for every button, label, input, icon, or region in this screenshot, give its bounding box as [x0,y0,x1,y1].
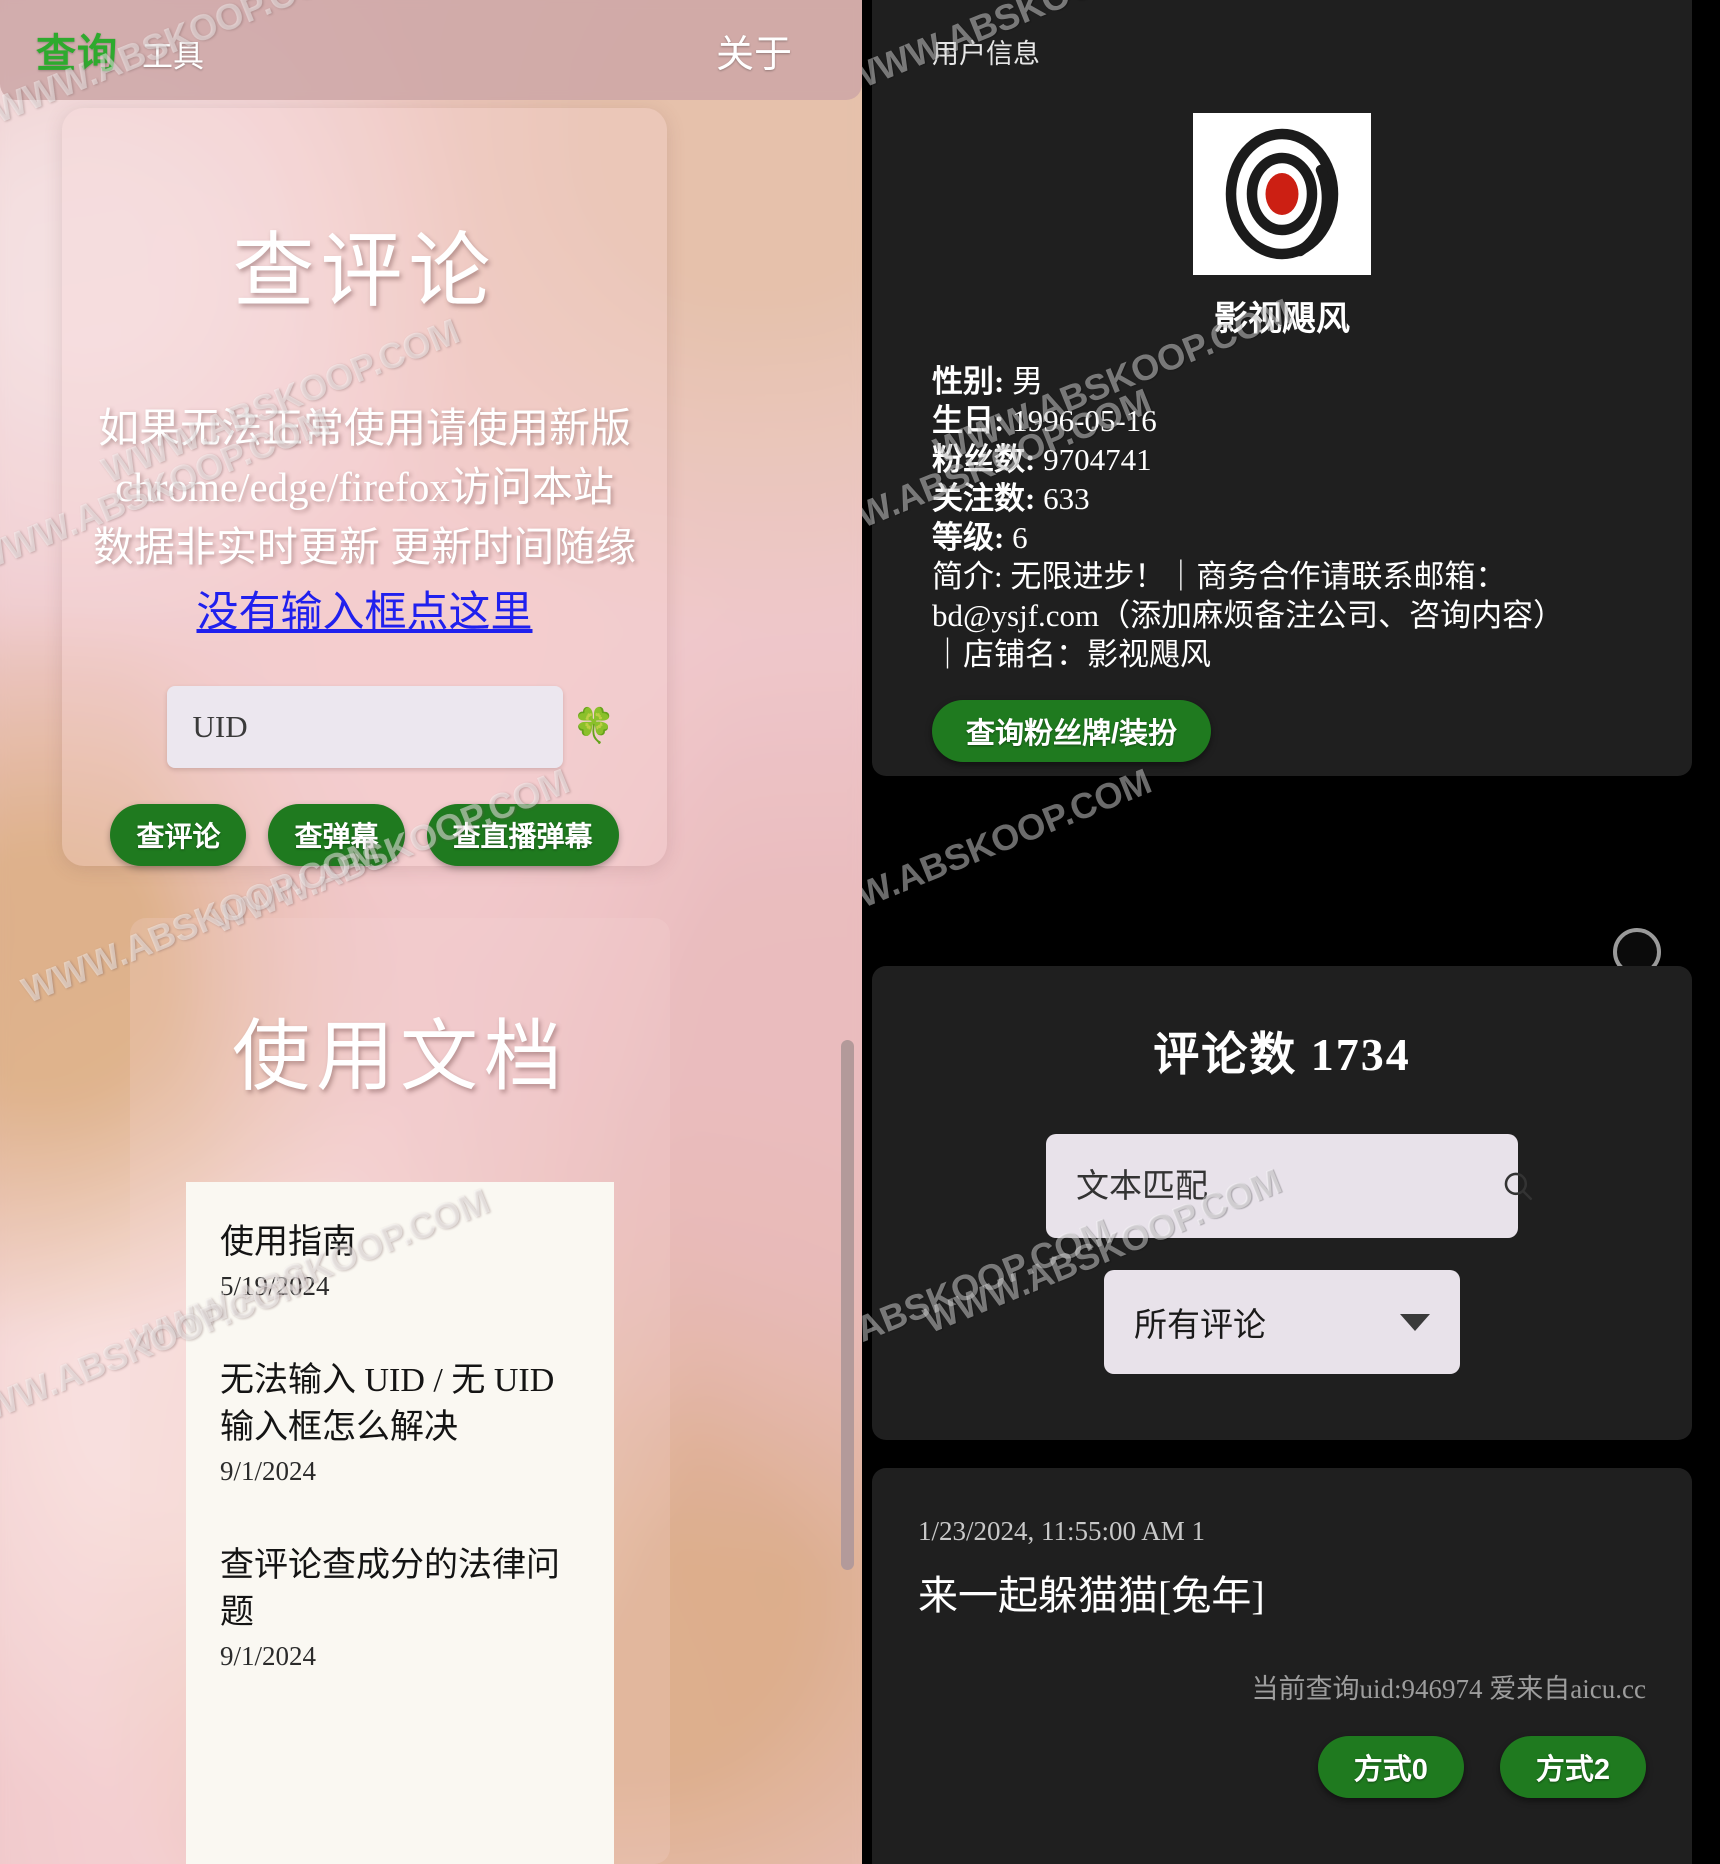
list-item[interactable]: 查评论查成分的法律问题 9/1/2024 [220,1543,580,1672]
notice-block: 如果无法正常使用请使用新版 chrome/edge/firefox访问本站 数据… [62,399,667,644]
four-leaf-clover-icon: 🍀 [572,708,615,746]
docs-title: 使用文档 [231,1013,568,1100]
mode-button-row: 方式0 方式2 [918,1736,1646,1798]
navbar-item-about[interactable]: 关于 [716,23,826,78]
app-root: 查询 工具 关于 查评论 如果无法正常使用请使用新版 chrome/edge/f… [0,0,1720,1864]
field-birthday-label: 生日: [932,403,1005,439]
query-hero-card: 查评论 如果无法正常使用请使用新版 chrome/edge/firefox访问本… [62,108,667,866]
field-following-value: 633 [1043,481,1090,517]
comment-count-title: 评论数 1734 [1153,1029,1411,1080]
field-following-label: 关注数: [932,481,1036,517]
field-level-value: 6 [1012,520,1028,556]
doc-date: 9/1/2024 [220,1455,317,1486]
bio-line-1: 简介: 无限进步！｜商务合作请联系邮箱： [932,559,1507,595]
doc-name: 查评论查成分的法律问题 [220,1546,560,1631]
navbar-item-tools[interactable]: 工具 [142,31,204,76]
field-following: 关注数: 633 [932,479,1632,518]
query-comments-button[interactable]: 查评论 [110,804,247,866]
query-fan-badge-button[interactable]: 查询粉丝牌/装扮 [932,700,1212,763]
bio-line-2: bd@ysjf.com（添加麻烦备注公司、咨询内容） [932,598,1565,634]
doc-date: 5/19/2024 [220,1270,330,1301]
current-query-footer: 当前查询uid:946974 爱来自aicu.cc [1251,1674,1646,1704]
query-live-danmaku-button[interactable]: 查直播弹幕 [426,804,619,866]
doc-date: 9/1/2024 [220,1640,317,1671]
page-title: 查评论 [232,226,497,317]
docs-list: 使用指南 5/19/2024 无法输入 UID / 无 UID 输入框怎么解决 … [186,1182,614,1864]
text-match-input-wrapper[interactable] [1046,1134,1533,1238]
field-birthday-value: 1996-05-16 [1012,403,1157,439]
search-icon[interactable] [1501,1169,1535,1203]
comment-filter-value: 所有评论 [1134,1306,1266,1343]
field-level: 等级: 6 [932,518,1632,557]
field-followers: 粉丝数: 9704741 [932,440,1632,479]
avatar-wrapper [932,113,1632,275]
field-gender: 性别: 男 [932,362,1632,401]
mode-2-button[interactable]: 方式2 [1499,1736,1646,1798]
field-followers-label: 粉丝数: [932,442,1036,478]
comment-result-card: 1/23/2024, 11:55:00 AM 1 来一起躲猫猫[兔年] 当前查询… [872,1468,1692,1864]
text-match-input[interactable] [1076,1167,1501,1205]
user-info-card: 用户信息 影视飓风 性别: 男 生日: 1996-05-16 粉丝数: 9704… [872,0,1692,776]
comments-search-card: 评论数 1734 所有评论 [872,966,1692,1440]
left-panel-scrollbar[interactable] [841,1040,854,1570]
query-danmaku-button[interactable]: 查弹幕 [268,804,405,866]
comment-text: 来一起躲猫猫[兔年] [918,1573,1265,1618]
field-level-label: 等级: [932,520,1005,556]
query-button-row: 查评论 查弹幕 查直播弹幕 [110,804,619,866]
field-gender-value: 男 [1012,364,1044,399]
notice-line-3: 数据非实时更新 更新时间随缘 [92,523,637,570]
uid-input-wrapper[interactable]: 🍀 [166,686,615,768]
chevron-down-icon[interactable] [1400,1313,1430,1331]
field-birthday: 生日: 1996-05-16 [932,401,1632,440]
left-query-panel: 查询 工具 关于 查评论 如果无法正常使用请使用新版 chrome/edge/f… [0,0,862,1864]
watermark: WWW.ABSKOOP.COM [862,760,1157,941]
right-result-panel: 用户信息 影视飓风 性别: 男 生日: 1996-05-16 粉丝数: 9704… [862,0,1720,1864]
mode-0-button[interactable]: 方式0 [1317,1736,1464,1798]
list-item[interactable]: 无法输入 UID / 无 UID 输入框怎么解决 9/1/2024 [220,1358,580,1487]
bio-line-3: ｜店铺名：影视飓风 [932,637,1211,673]
navbar-brand[interactable]: 查询 [36,21,118,79]
doc-name: 无法输入 UID / 无 UID 输入框怎么解决 [220,1361,555,1446]
field-gender-label: 性别: [932,364,1005,399]
user-info-label: 用户信息 [932,39,1040,69]
comment-filter-select[interactable]: 所有评论 [1104,1270,1460,1374]
no-input-box-link[interactable]: 没有输入框点这里 [76,583,653,644]
spiral-target-logo-icon [1225,128,1339,260]
navbar-left-group: 查询 工具 [36,21,204,79]
notice-line-1: 如果无法正常使用请使用新版 [98,405,631,451]
uid-input[interactable] [192,709,573,746]
docs-card: 使用文档 使用指南 5/19/2024 无法输入 UID / 无 UID 输入框… [130,918,670,1864]
user-fields: 性别: 男 生日: 1996-05-16 粉丝数: 9704741 关注数: 6… [932,362,1632,674]
avatar[interactable] [1193,113,1371,275]
doc-name: 使用指南 [220,1224,356,1261]
field-followers-value: 9704741 [1043,442,1152,478]
notice-line-2: chrome/edge/firefox访问本站 [115,464,614,511]
username: 影视飓风 [1214,301,1350,338]
navbar: 查询 工具 关于 [0,0,862,100]
list-item[interactable]: 使用指南 5/19/2024 [220,1220,580,1302]
comment-timestamp: 1/23/2024, 11:55:00 AM 1 [918,1516,1206,1546]
